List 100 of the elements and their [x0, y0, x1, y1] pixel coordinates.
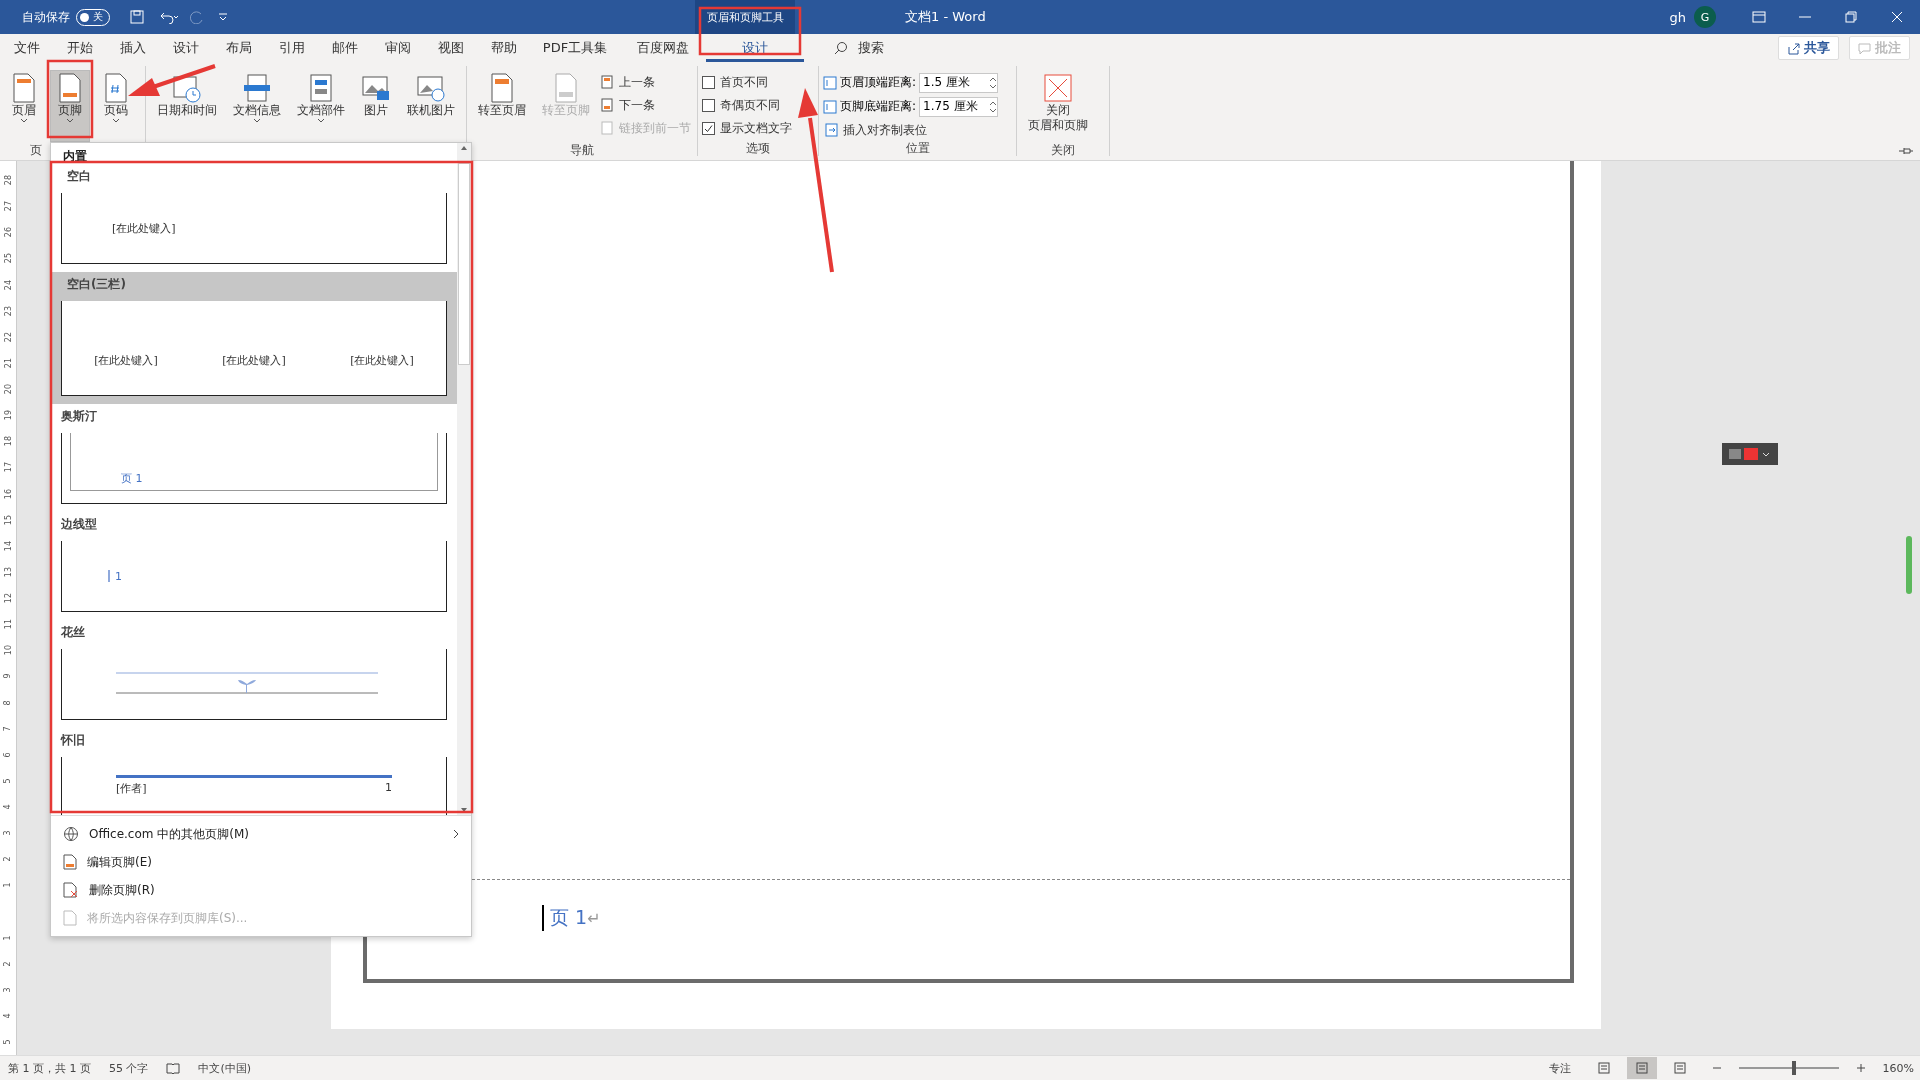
caret-icon	[112, 118, 120, 123]
spin-field[interactable]: 1.5 厘米	[919, 72, 999, 93]
view-button[interactable]	[1626, 1057, 1657, 1079]
word-count[interactable]: 55 个字	[109, 1060, 149, 1076]
checkbox[interactable]	[702, 121, 715, 135]
delete-footer-icon	[63, 882, 79, 898]
ribbon-button[interactable]: 下一条	[599, 95, 693, 115]
ribbon-button[interactable]: 上一条	[599, 72, 693, 92]
group-label: 关闭	[1051, 142, 1075, 158]
page-count[interactable]: 第 1 页，共 1 页	[8, 1060, 91, 1076]
gallery-item[interactable]: 空白(三栏) [在此处键入] [在此处键入] [在此处键入]	[51, 272, 457, 404]
ribbon-tab[interactable]: 视图	[424, 34, 477, 62]
gallery-item[interactable]: 边线型 1	[51, 512, 457, 620]
page-number-icon	[103, 73, 129, 103]
redo-icon[interactable]	[190, 10, 204, 24]
search-icon[interactable]	[834, 41, 848, 55]
ruler-number: 12	[2, 592, 14, 604]
ruler-number: 19	[2, 410, 14, 421]
menu-item[interactable]: Office.com 中的其他页脚(M)	[51, 820, 471, 848]
spin-field[interactable]: 1.75 厘米	[919, 96, 999, 117]
gallery-item[interactable]: 奥斯汀 页 1	[51, 404, 457, 512]
ribbon-button[interactable]: 插入对齐制表位	[823, 120, 999, 140]
ribbon-button[interactable]: 转至页眉	[471, 70, 533, 142]
ruler-number: 25	[2, 253, 14, 264]
ribbon-button[interactable]: 页码	[96, 70, 136, 142]
user-avatar[interactable]: G	[1694, 6, 1716, 28]
previous-icon	[601, 75, 615, 89]
share-button[interactable]: 共享	[1778, 36, 1839, 60]
ruler-number: 2	[2, 961, 14, 967]
ribbon-tab[interactable]: 帮助	[477, 34, 530, 62]
option-checkbox[interactable]: 奇偶页不同	[702, 95, 792, 115]
ribbon-tab[interactable]: 文件	[0, 34, 53, 62]
pin-icon[interactable]	[1898, 146, 1914, 156]
ruler-number: 3	[2, 987, 14, 993]
preview-text: 1	[385, 781, 392, 796]
picture-icon	[361, 73, 391, 103]
tab-stop-icon	[825, 123, 839, 137]
preview-text: [作者]	[116, 781, 147, 796]
caret-icon	[66, 118, 74, 123]
ruler-number: 8	[2, 700, 14, 706]
checkbox[interactable]	[702, 75, 715, 89]
save-to-gallery-icon	[63, 910, 77, 926]
ribbon-tab[interactable]: 邮件	[318, 34, 371, 62]
ribbon-button[interactable]: 文档部件	[290, 70, 352, 142]
gallery-item[interactable]: 怀旧 [作者] 1	[51, 728, 457, 815]
ruler-number: 15	[2, 514, 14, 525]
ruler-number: 27	[2, 201, 14, 212]
ruler-number: 16	[2, 488, 14, 499]
ruler-number: 5	[2, 1039, 14, 1045]
globe-icon	[63, 826, 79, 842]
ribbon-tab[interactable]: 百度网盘	[620, 34, 706, 62]
spacing-icon	[823, 99, 837, 114]
footer-text[interactable]: 页 1↵	[542, 905, 601, 931]
page-view-icon	[1596, 1062, 1611, 1074]
ribbon-tab[interactable]: 开始	[53, 34, 106, 62]
book-icon[interactable]	[166, 1062, 181, 1074]
ribbon-button[interactable]: 联机图片	[400, 70, 462, 142]
ruler-number: 7	[2, 726, 14, 732]
ribbon-tab[interactable]: 审阅	[371, 34, 424, 62]
gallery-item[interactable]: 空白 [在此处键入]	[51, 164, 457, 272]
option-checkbox[interactable]: 显示文档文字	[702, 118, 792, 138]
gallery-item-title: 边线型	[61, 516, 98, 533]
group-label: 页	[30, 142, 42, 158]
focus-button[interactable]: 专注	[1548, 1060, 1571, 1076]
zoom-thumb[interactable]	[1791, 1061, 1796, 1075]
zoom-level[interactable]: 160%	[1882, 1061, 1914, 1075]
gallery-item-title: 空白(三栏)	[66, 276, 127, 293]
checkbox[interactable]	[702, 98, 715, 112]
ribbon-button[interactable]: 页眉	[4, 70, 44, 142]
ribbon-tab[interactable]: 设计	[159, 34, 212, 62]
ruler-number: 6	[2, 752, 14, 758]
ruler-number: 22	[2, 331, 14, 342]
ribbon-tab[interactable]: 布局	[212, 34, 265, 62]
preview-text: [在此处键入]	[222, 352, 286, 368]
ribbon-button[interactable]: 关闭 页眉和页脚	[1021, 70, 1095, 142]
ribbon-button[interactable]: 图片	[354, 70, 398, 142]
customize-icon[interactable]	[218, 12, 228, 22]
scrollbar[interactable]	[457, 143, 471, 815]
ruler-number: 1	[2, 935, 14, 941]
gallery-item[interactable]: 花丝	[51, 620, 457, 728]
ribbon-button[interactable]: 文档信息	[226, 70, 288, 142]
input-method-toolbar[interactable]	[1722, 443, 1778, 465]
ribbon-button[interactable]: 页脚	[50, 70, 90, 142]
ribbon-tab[interactable]: 插入	[106, 34, 159, 62]
page-view-icon	[1634, 1062, 1649, 1074]
option-checkbox[interactable]: 首页不同	[702, 72, 792, 92]
preview-text: [在此处键入]	[112, 220, 176, 236]
save-icon[interactable]	[130, 10, 144, 24]
zoom-in-icon[interactable]	[1856, 1064, 1865, 1072]
ribbon-tab[interactable]: PDF工具集	[530, 34, 620, 62]
autosave-label: 自动保存	[22, 8, 70, 26]
menu-item[interactable]: 编辑页脚(E)	[51, 848, 471, 876]
menu-item[interactable]: 删除页脚(R)	[51, 876, 471, 904]
search-label[interactable]: 搜索	[858, 39, 884, 57]
ribbon-tab[interactable]: 引用	[265, 34, 318, 62]
language-label[interactable]: 中文(中国)	[198, 1060, 252, 1076]
zoom-out-icon[interactable]	[1712, 1064, 1721, 1072]
undo-icon[interactable]	[158, 10, 180, 24]
spinner-icon	[989, 75, 998, 90]
gallery-item-title: 空白	[66, 168, 92, 185]
